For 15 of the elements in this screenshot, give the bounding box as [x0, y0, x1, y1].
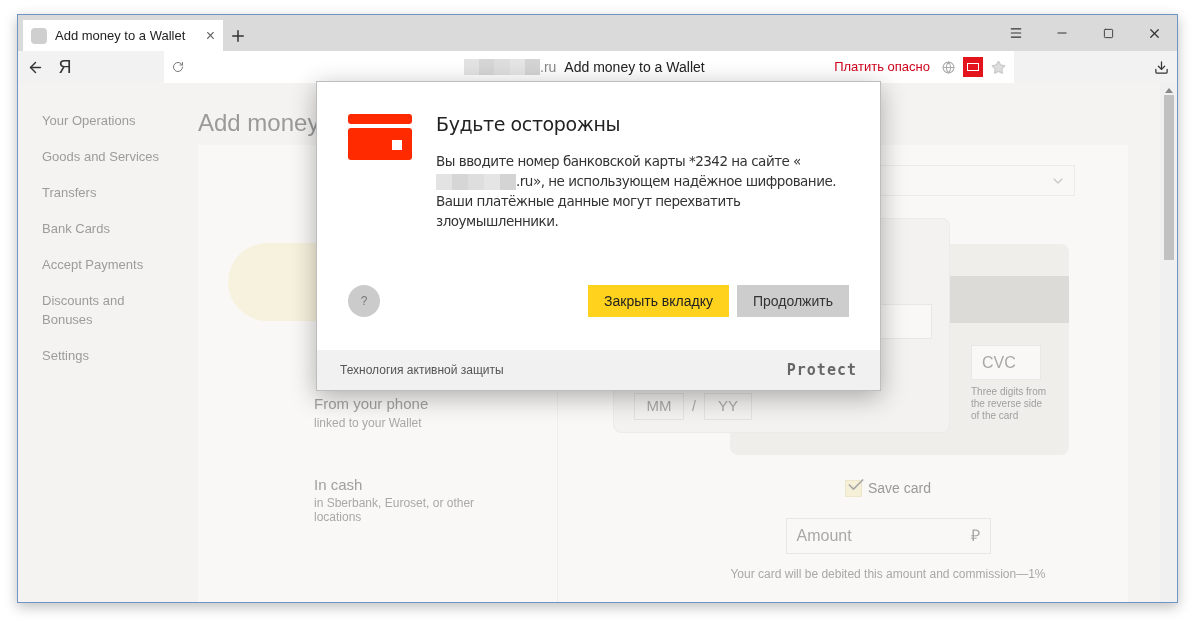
page-heading: Add money [198, 108, 320, 137]
tab-title: Add money to a Wallet [55, 26, 187, 45]
dialog-message: Вы вводите номер банковской карты *2342 на сайте « .ru», не использующем надёжное шифрование. Ваши платёжные данные могут перехватить злоумышленники. [436, 151, 838, 231]
currency-sign: ₽ [970, 526, 980, 546]
protect-logo: Protect [786, 359, 857, 381]
save-card-label: Save card [867, 479, 931, 498]
page-title: Add money to a Wallet [564, 57, 705, 77]
method-subtitle: in Sberbank, Euroset, or other locations [314, 496, 476, 524]
commission-note: Your card will be debited this amount and commission—1% [730, 566, 1046, 583]
url-domain: .ru [540, 57, 557, 77]
dialog-title: Будьте осторожны [436, 112, 621, 137]
cvc-hint: Three digits from the reverse side of the card [971, 386, 1048, 422]
date-separator: / [692, 397, 696, 416]
footer-text: Технология активной защиты [340, 362, 505, 379]
method-subtitle: linked to your Wallet [314, 415, 423, 430]
